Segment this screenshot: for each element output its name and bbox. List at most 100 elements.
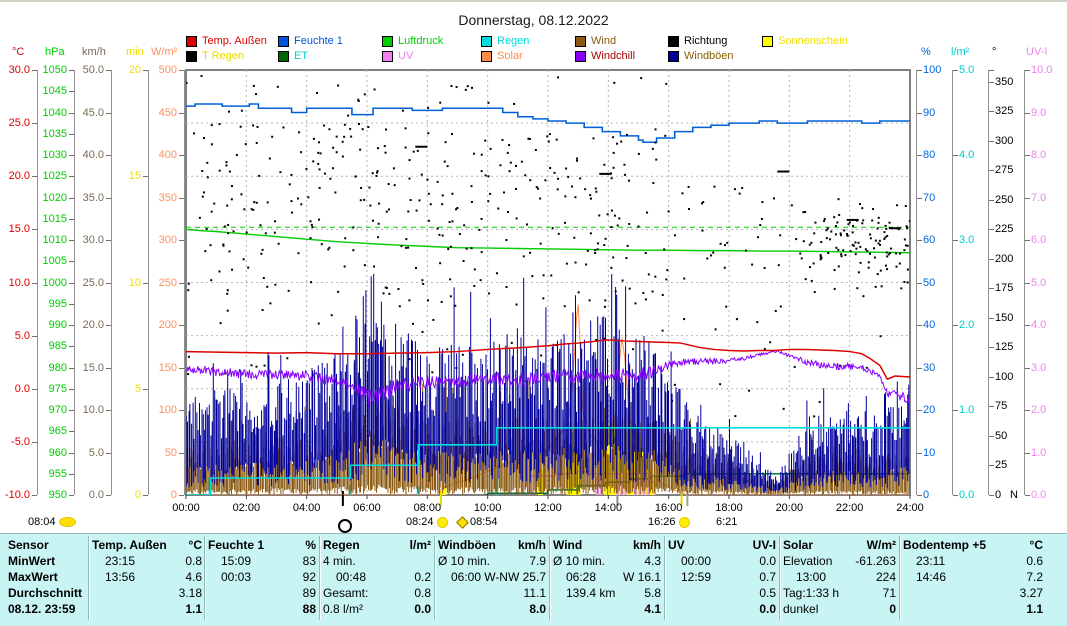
- table-cell-label: Elevation: [783, 554, 832, 570]
- legend-label: UV: [398, 50, 413, 62]
- table-cell-label: Gesamt:: [323, 586, 368, 602]
- legend-item-windb-en: Windböen: [668, 50, 734, 62]
- table-row: 1.1: [903, 602, 1043, 618]
- axis-label-uv: 8.0: [1031, 150, 1067, 161]
- axis-tick-wm2: [179, 410, 184, 411]
- legend-swatch: [382, 36, 393, 47]
- axis-tick-lm2: [953, 155, 958, 156]
- table-cell-label: 15:09: [208, 554, 251, 570]
- axis-label-temp: -10.0: [0, 490, 30, 501]
- table-column-windb-en: Windböenkm/hØ 10 min.7.906:00W-NW 25.711…: [438, 538, 546, 618]
- table-column-uv: UVUV-I00:000.012:590.70.50.0: [668, 538, 776, 618]
- table-cell-value: -61.263: [855, 554, 896, 570]
- table-cell-value: 224: [876, 570, 896, 586]
- table-column-divider: [204, 536, 206, 620]
- table-cell-value: 83: [303, 554, 316, 570]
- table-column-divider: [319, 536, 321, 620]
- table-column-divider: [899, 536, 901, 620]
- table-cell-value: 0.7: [759, 570, 776, 586]
- axis-label-wm2: 350: [143, 193, 177, 204]
- legend-label: T Regen: [202, 50, 244, 62]
- table-row: 08.12. 23:59: [8, 602, 88, 618]
- table-column-divider: [664, 536, 666, 620]
- axis-unit-uv: UV-I: [1026, 47, 1047, 58]
- axis-label-hpa: 1005: [33, 256, 67, 267]
- table-header: Feuchte 1%: [208, 538, 316, 554]
- x-tick-label: 00:00: [164, 502, 208, 514]
- axis-label-hpa: 955: [33, 469, 67, 480]
- axis-label-kmh: 30.0: [70, 235, 104, 246]
- table-row: 3.27: [903, 586, 1043, 602]
- axis-label-kmh: 50.0: [70, 65, 104, 76]
- table-row: 88: [208, 602, 316, 618]
- x-tick-label: 08:00: [405, 502, 449, 514]
- table-cell-label: Ø 10 min.: [438, 554, 490, 570]
- axis-tick-kmh: [106, 155, 111, 156]
- table-cell-value: 0.2: [414, 570, 431, 586]
- table-cell-label: 00:00: [668, 554, 711, 570]
- axis-tick-hpa: [69, 431, 74, 432]
- axis-tick-pct: [917, 198, 922, 199]
- legend-item-windchill: Windchill: [575, 50, 635, 62]
- table-header: Sensor: [8, 538, 88, 554]
- x-tick-label: 02:00: [224, 502, 268, 514]
- axis-label-hpa: 985: [33, 341, 67, 352]
- table-column-wind: Windkm/hØ 10 min.4.306:28W 16.1139.4 km5…: [553, 538, 661, 618]
- table-row: 4.1: [553, 602, 661, 618]
- axis-tick-deg: [989, 200, 994, 201]
- table-cell-label: 13:00: [783, 570, 826, 586]
- axis-label-min: 0: [107, 490, 141, 501]
- table-row: 06:28W 16.1: [553, 570, 661, 586]
- axis-tick-hpa: [69, 219, 74, 220]
- axis-label-deg: 150: [995, 313, 1033, 324]
- axis-label-hpa: 960: [33, 448, 67, 459]
- table-row: 1.1: [92, 602, 202, 618]
- table-column-temp-au-en: Temp. Außen°C23:150.813:564.63.181.1: [92, 538, 202, 618]
- axis-tick-pct: [917, 368, 922, 369]
- axis-label-deg: 275: [995, 165, 1033, 176]
- axis-label-hpa: 965: [33, 426, 67, 437]
- legend-label: Feuchte 1: [294, 35, 343, 47]
- axis-label-hpa: 1000: [33, 278, 67, 289]
- legend-label: ET: [294, 50, 308, 62]
- table-header: UVUV-I: [668, 538, 776, 554]
- axis-label-lm2: 2.0: [959, 320, 997, 331]
- axis-tick-lm2: [953, 240, 958, 241]
- axis-line-wm2: [184, 70, 185, 495]
- x-tick-label: 18:00: [707, 502, 751, 514]
- table-row: 00:000.0: [668, 554, 776, 570]
- axis-tick-uv: [1025, 325, 1030, 326]
- axis-tick-hpa: [69, 304, 74, 305]
- axis-tick-hpa: [69, 176, 74, 177]
- axis-unit-wm2: W/m²: [151, 47, 177, 58]
- axis-label-temp: 0.0: [0, 384, 30, 395]
- axis-label-kmh: 45.0: [70, 108, 104, 119]
- table-column-solar: SolarW/m²Elevation-61.26313:00224Tag:1:3…: [783, 538, 896, 618]
- weather-day-view: Donnerstag, 08.12.2022 Temp. AußenFeucht…: [0, 0, 1067, 626]
- axis-label-uv: 5.0: [1031, 278, 1067, 289]
- table-cell-value: 0.0: [414, 602, 431, 618]
- table-cell-value: 0.0: [759, 602, 776, 618]
- table-cell-value: 71: [883, 586, 896, 602]
- axis-tick-deg: [989, 170, 994, 171]
- axis-tick-wm2: [179, 155, 184, 156]
- axis-tick-min: [143, 176, 148, 177]
- table-cell-label: Tag:1:33 h: [783, 586, 839, 602]
- table-row: Durchschnitt: [8, 586, 88, 602]
- axis-tick-deg: [989, 377, 994, 378]
- legend-swatch: [186, 36, 197, 47]
- legend-swatch: [278, 36, 289, 47]
- axis-tick-deg: [989, 259, 994, 260]
- table-cell-value: 92: [303, 570, 316, 586]
- axis-unit-deg: °: [992, 47, 996, 58]
- table-cell-label: dunkel: [783, 602, 818, 618]
- table-row: 139.4 km5.8: [553, 586, 661, 602]
- axis-label-kmh: 10.0: [70, 405, 104, 416]
- legend-swatch: [278, 51, 289, 62]
- table-cell-value: W-NW 25.7: [484, 570, 546, 586]
- table-row: 89: [208, 586, 316, 602]
- table-cell-label: MinWert: [8, 554, 55, 570]
- axis-label-pct: 90: [923, 108, 961, 119]
- table-column-divider: [779, 536, 781, 620]
- annotation-text: 08:04: [28, 516, 56, 528]
